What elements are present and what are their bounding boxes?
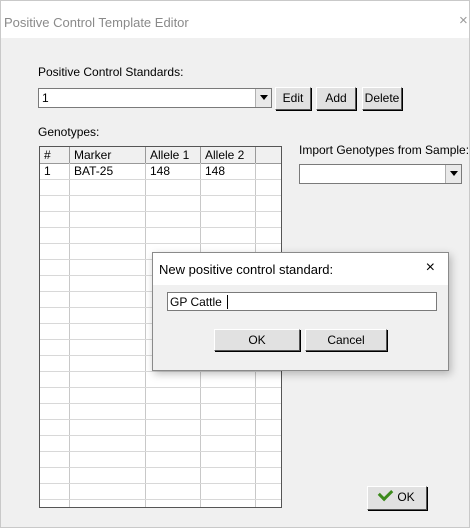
dialog-titlebar: New positive control standard: × — [153, 253, 448, 285]
grid-line — [40, 499, 281, 500]
grid-line — [40, 243, 281, 244]
grid-line — [40, 467, 281, 468]
standards-label: Positive Control Standards: — [38, 65, 184, 79]
table-cell[interactable]: 148 — [146, 164, 201, 178]
window-close-icon[interactable]: × — [459, 13, 468, 28]
ok-button[interactable]: OK — [367, 485, 427, 510]
dialog-cancel-label: Cancel — [327, 333, 365, 347]
dialog-close-icon[interactable]: × — [426, 260, 435, 276]
column-header[interactable]: # — [40, 147, 70, 163]
grid-header: # Marker Allele 1 Allele 2 — [40, 147, 281, 164]
genotypes-label: Genotypes: — [38, 125, 100, 139]
grid-line — [40, 451, 281, 452]
window-title: Positive Control Template Editor — [4, 15, 189, 30]
dialog-ok-label: OK — [248, 333, 266, 347]
standard-name-value: GP Cattle — [170, 295, 222, 309]
column-header[interactable]: Marker — [70, 147, 146, 163]
grid-line — [40, 419, 281, 420]
column-header[interactable]: Allele 2 — [201, 147, 256, 163]
dialog-ok-button[interactable]: OK — [214, 329, 300, 351]
standards-dropdown-value: 1 — [42, 91, 49, 105]
grid-line — [40, 195, 281, 196]
dialog-cancel-button[interactable]: Cancel — [305, 329, 387, 351]
grid-line — [40, 483, 281, 484]
grid-line — [40, 179, 281, 180]
chevron-down-icon[interactable] — [445, 165, 461, 183]
grid-line — [40, 211, 281, 212]
table-cell[interactable]: 1 — [40, 164, 70, 178]
delete-button[interactable]: Delete — [362, 87, 402, 110]
add-button-label: Add — [325, 91, 347, 105]
import-sample-dropdown[interactable] — [299, 164, 462, 184]
edit-button[interactable]: Edit — [275, 87, 311, 110]
grid-line — [40, 403, 281, 404]
add-button[interactable]: Add — [316, 87, 356, 110]
standards-dropdown[interactable]: 1 — [38, 88, 272, 108]
new-standard-dialog: New positive control standard: × GP Catt… — [152, 252, 449, 371]
grid-line — [40, 371, 281, 372]
text-caret — [227, 295, 228, 309]
positive-control-template-editor-window: Positive Control Template Editor × Posit… — [0, 0, 470, 528]
dialog-title: New positive control standard: — [159, 262, 334, 277]
checkmark-icon — [378, 485, 394, 502]
edit-button-label: Edit — [282, 91, 304, 105]
grid-line — [40, 435, 281, 436]
grid-line — [40, 387, 281, 388]
ok-button-label: OK — [397, 490, 415, 504]
table-cell[interactable]: 148 — [201, 164, 256, 178]
grid-divider — [69, 163, 70, 507]
delete-button-label: Delete — [364, 91, 400, 105]
grid-line — [40, 227, 281, 228]
standard-name-input[interactable]: GP Cattle — [167, 292, 437, 311]
table-cell[interactable]: BAT-25 — [70, 164, 146, 178]
chevron-down-icon[interactable] — [255, 89, 271, 107]
window-titlebar: Positive Control Template Editor × — [1, 1, 469, 38]
grid-divider — [145, 163, 146, 507]
import-genotypes-label: Import Genotypes from Sample: — [299, 143, 470, 157]
column-header[interactable]: Allele 1 — [146, 147, 201, 163]
